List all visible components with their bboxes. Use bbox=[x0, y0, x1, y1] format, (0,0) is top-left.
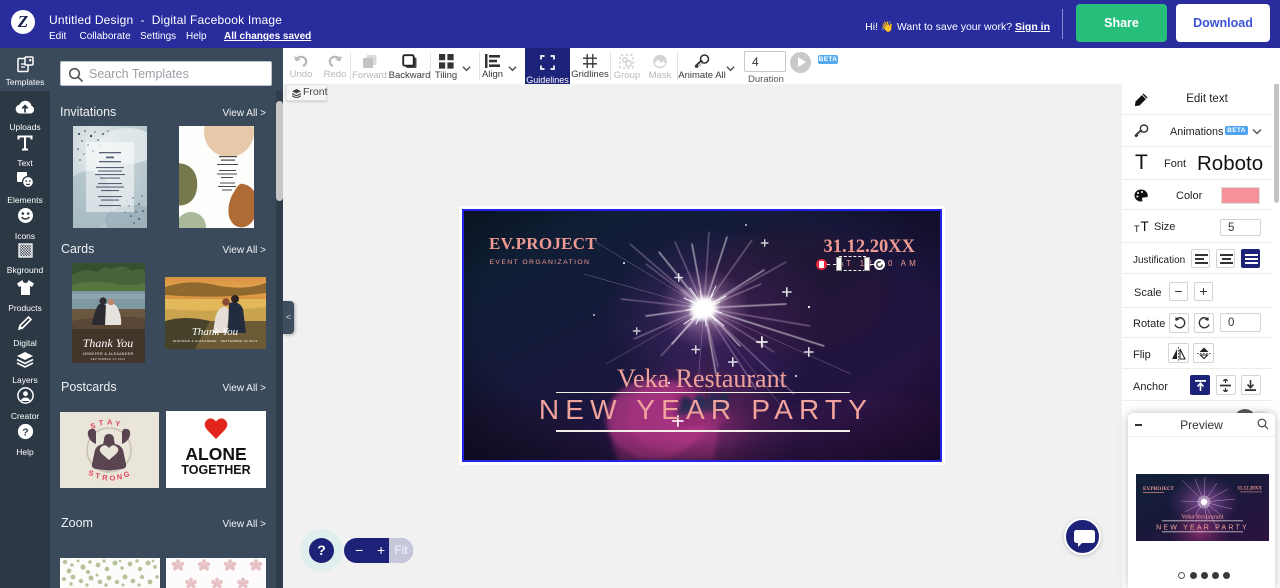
svg-text:Thank You: Thank You bbox=[83, 336, 134, 350]
svg-text:NEW YEAR PARTY: NEW YEAR PARTY bbox=[1156, 524, 1249, 531]
svg-text:SEPTEMBER 24 2023: SEPTEMBER 24 2023 bbox=[91, 357, 126, 361]
svg-text:A: A bbox=[107, 418, 113, 427]
svg-text:O: O bbox=[110, 474, 116, 483]
svg-text:ALONE: ALONE bbox=[185, 444, 246, 464]
svg-text:?: ? bbox=[22, 426, 28, 438]
svg-text:JENNIFER & ALEXANDER SEPTEMB: JENNIFER & ALEXANDER SEPTEMBER 24 2013 bbox=[172, 339, 257, 343]
svg-text:JENNIFER & ALEXANDER: JENNIFER & ALEXANDER bbox=[82, 352, 133, 356]
svg-text:N: N bbox=[116, 472, 122, 482]
svg-text:EV.PROJECT: EV.PROJECT bbox=[1143, 487, 1175, 492]
svg-text:Thank You: Thank You bbox=[192, 326, 239, 338]
svg-text:31.12.20XX: 31.12.20XX bbox=[1237, 486, 1262, 491]
svg-text:TOGETHER: TOGETHER bbox=[181, 463, 250, 477]
svg-text:Veka Restaurant: Veka Restaurant bbox=[1181, 513, 1224, 520]
